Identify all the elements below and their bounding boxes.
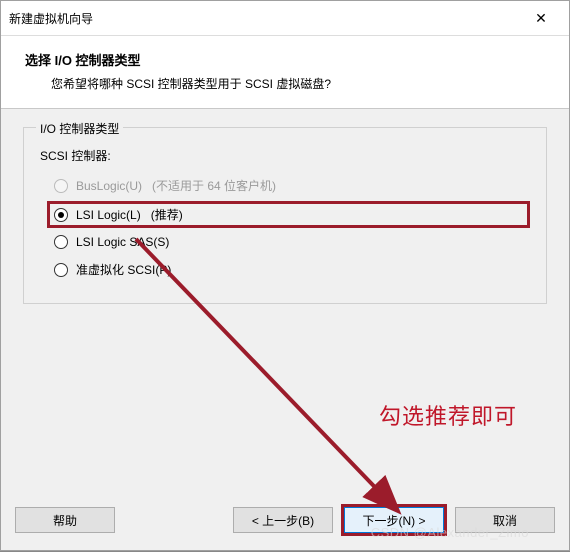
radio-label: LSI Logic(L) bbox=[76, 208, 141, 222]
titlebar: 新建虚拟机向导 ✕ bbox=[1, 1, 569, 36]
group-legend: I/O 控制器类型 bbox=[36, 120, 123, 137]
radio-label: LSI Logic SAS(S) bbox=[76, 235, 169, 249]
wizard-window: 新建虚拟机向导 ✕ 选择 I/O 控制器类型 您希望将哪种 SCSI 控制器类型… bbox=[0, 0, 570, 551]
radio-hint: (不适用于 64 位客户机) bbox=[152, 177, 276, 194]
radio-icon bbox=[54, 263, 68, 277]
scsi-heading: SCSI 控制器: bbox=[40, 147, 530, 164]
footer: 帮助 < 上一步(B) 下一步(N) > 取消 bbox=[1, 494, 569, 550]
help-button[interactable]: 帮助 bbox=[15, 507, 115, 533]
radio-buslogic: BusLogic(U) (不适用于 64 位客户机) bbox=[50, 172, 530, 199]
window-title: 新建虚拟机向导 bbox=[9, 10, 93, 27]
radio-hint: (推荐) bbox=[151, 206, 183, 223]
radio-lsi-logic[interactable]: LSI Logic(L) (推荐) bbox=[47, 201, 530, 228]
radio-paravirtual-scsi[interactable]: 准虚拟化 SCSI(P) bbox=[50, 256, 530, 283]
radio-icon bbox=[54, 208, 68, 222]
radio-label: BusLogic(U) bbox=[76, 179, 142, 193]
close-icon: ✕ bbox=[535, 10, 547, 27]
radio-icon bbox=[54, 179, 68, 193]
page-subtitle: 您希望将哪种 SCSI 控制器类型用于 SCSI 虚拟磁盘? bbox=[51, 75, 545, 92]
controller-group: I/O 控制器类型 SCSI 控制器: BusLogic(U) (不适用于 64… bbox=[23, 127, 547, 304]
annotation-highlight-next: 下一步(N) > bbox=[341, 504, 447, 536]
radio-label: 准虚拟化 SCSI(P) bbox=[76, 261, 171, 278]
back-button[interactable]: < 上一步(B) bbox=[233, 507, 333, 533]
close-button[interactable]: ✕ bbox=[521, 7, 561, 29]
radio-icon bbox=[54, 235, 68, 249]
annotation-text: 勾选推荐即可 bbox=[379, 399, 517, 431]
body: I/O 控制器类型 SCSI 控制器: BusLogic(U) (不适用于 64… bbox=[1, 109, 569, 494]
radio-lsi-logic-sas[interactable]: LSI Logic SAS(S) bbox=[50, 230, 530, 254]
header: 选择 I/O 控制器类型 您希望将哪种 SCSI 控制器类型用于 SCSI 虚拟… bbox=[1, 36, 569, 109]
next-button[interactable]: 下一步(N) > bbox=[344, 507, 444, 533]
cancel-button[interactable]: 取消 bbox=[455, 507, 555, 533]
page-title: 选择 I/O 控制器类型 bbox=[25, 50, 545, 69]
